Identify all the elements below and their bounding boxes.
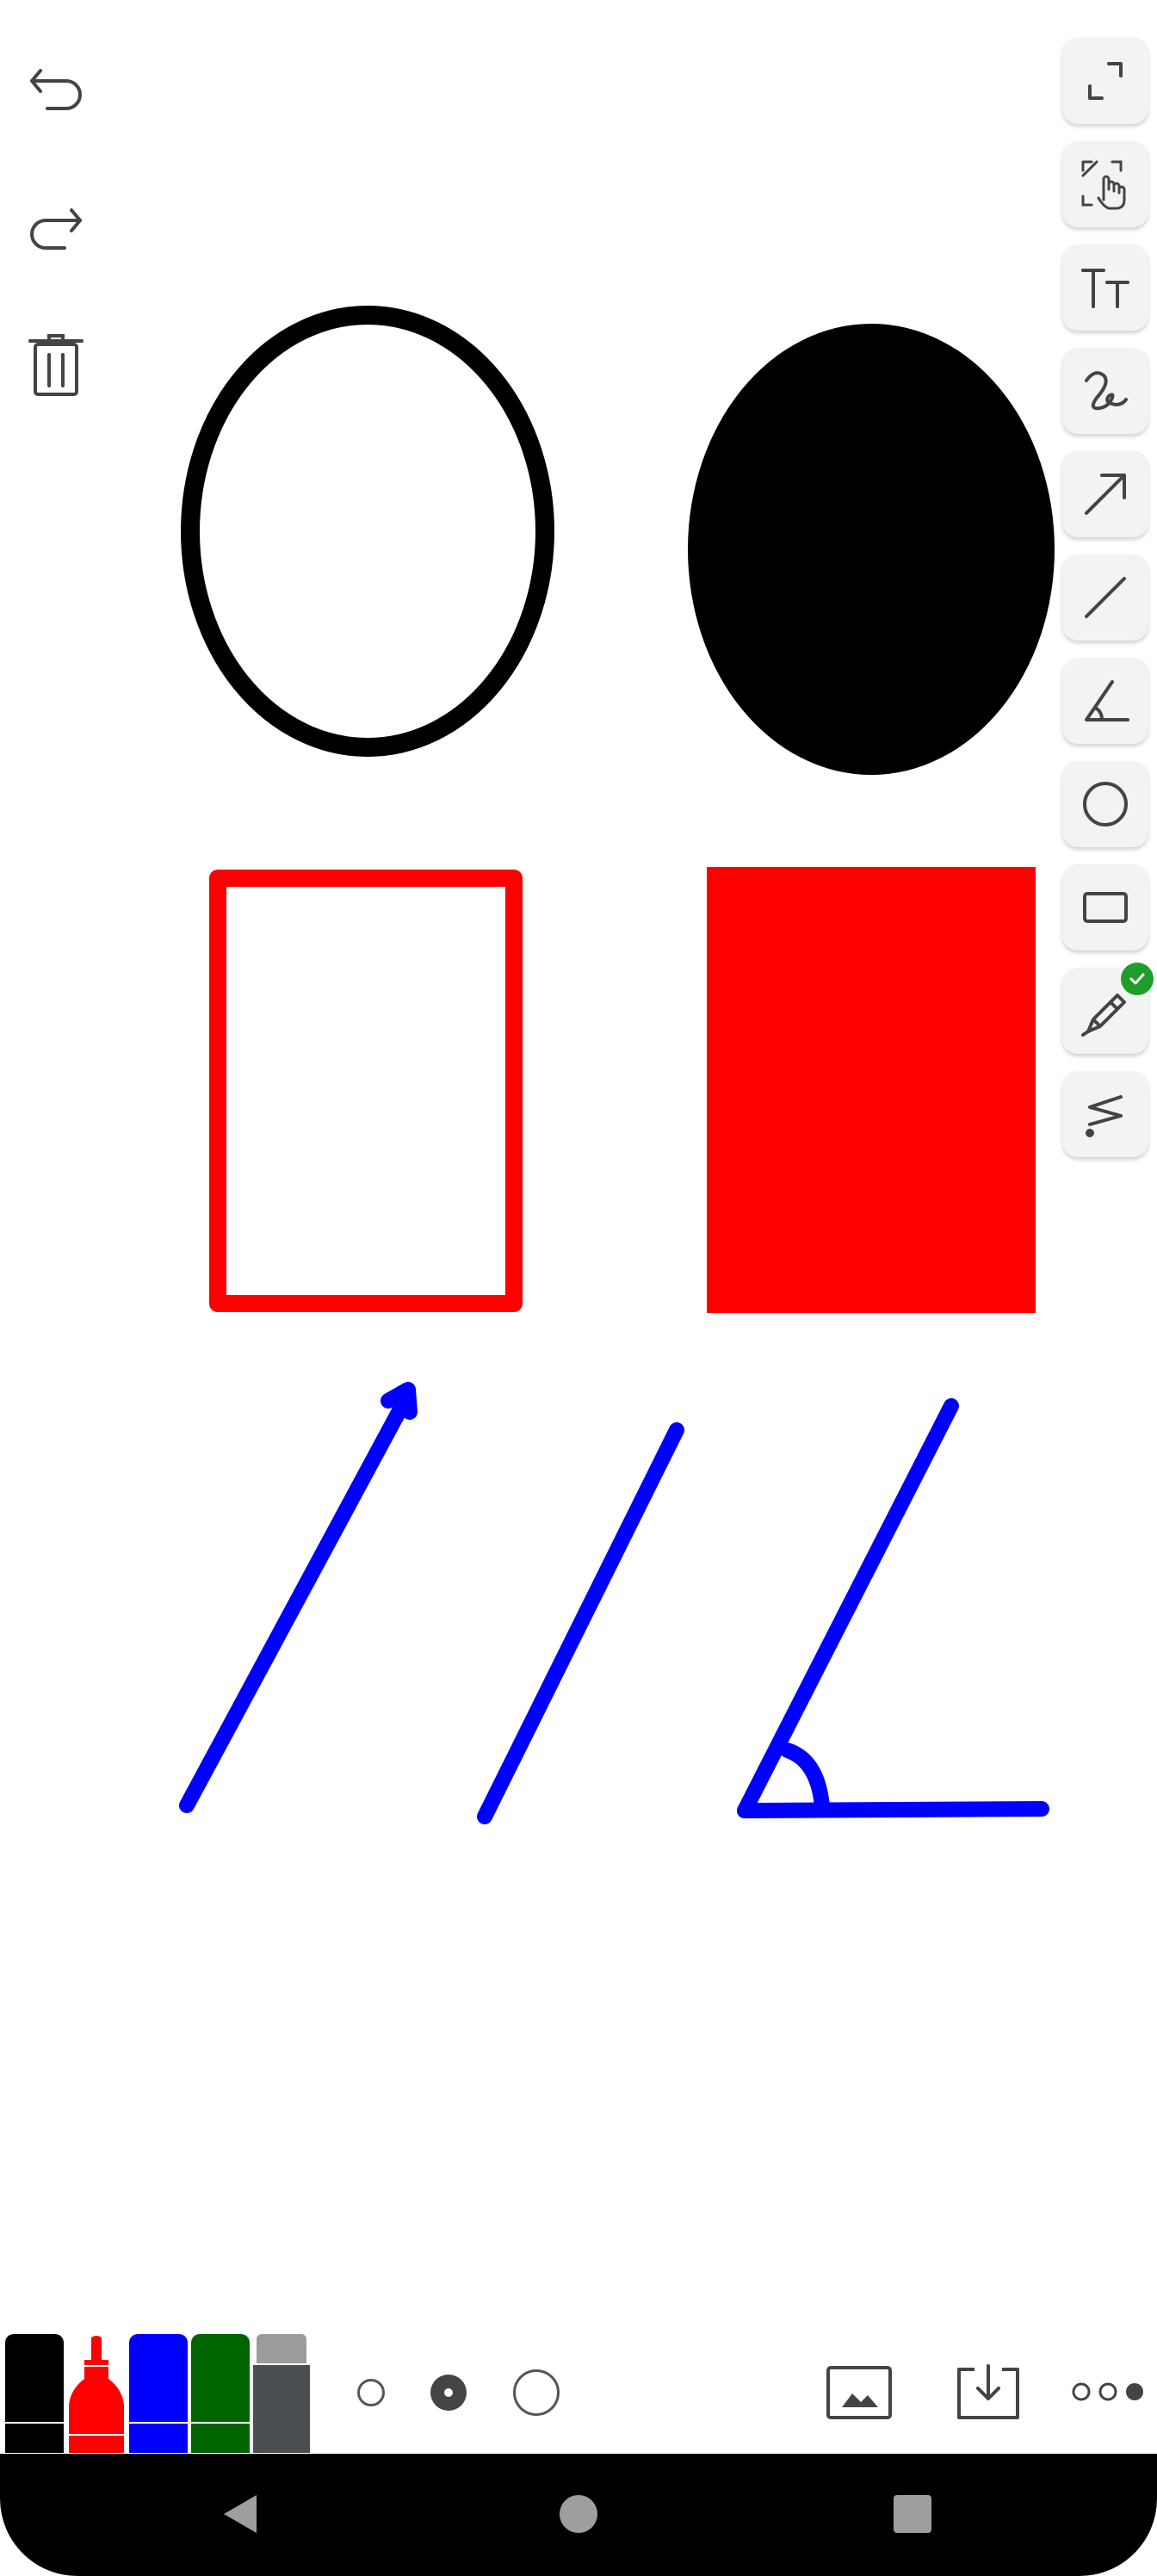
back-button[interactable]: [215, 2488, 267, 2540]
drawing-canvas[interactable]: [0, 0, 1157, 2576]
system-navigation-bar: [0, 2454, 1157, 2576]
stroke-size-large[interactable]: [513, 2369, 560, 2416]
blue-arrow: [179, 1382, 418, 1813]
arrow-tool-button[interactable]: [1062, 451, 1148, 537]
stroke-size-medium[interactable]: [430, 2375, 467, 2411]
color-blue[interactable]: [129, 2334, 188, 2453]
color-red[interactable]: [67, 2334, 126, 2453]
pan-zoom-button[interactable]: [1062, 141, 1148, 227]
redo-icon: [30, 208, 82, 250]
rectangle-icon: [1083, 892, 1128, 923]
freehand-tool-button[interactable]: [1062, 348, 1148, 434]
marker-tool-button[interactable]: [1062, 963, 1154, 1054]
color-green[interactable]: [191, 2334, 250, 2453]
trash-icon: [28, 334, 84, 396]
undo-icon: [30, 69, 82, 110]
selected-check-icon: [1121, 963, 1154, 995]
fullscreen-button[interactable]: [1062, 38, 1148, 124]
filled-ellipse: [688, 324, 1055, 775]
recents-button[interactable]: [887, 2488, 938, 2540]
angle-icon: [1085, 680, 1129, 721]
text-tool-button[interactable]: [1062, 245, 1148, 331]
text-size-icon: [1081, 269, 1129, 308]
rectangle-tool-button[interactable]: [1062, 864, 1148, 951]
filled-rectangle: [707, 867, 1036, 1313]
arrow-icon: [1085, 474, 1126, 515]
marker-icon: [1081, 994, 1126, 1037]
home-icon: [560, 2495, 597, 2533]
save-button[interactable]: [954, 2361, 1023, 2423]
circle-tool-button[interactable]: [1062, 761, 1148, 847]
angle-tool-button[interactable]: [1062, 658, 1148, 744]
outline-ellipse: [181, 306, 554, 757]
stroke-size-small[interactable]: [357, 2379, 385, 2406]
download-icon: [957, 2364, 1019, 2419]
outline-rectangle: [209, 870, 523, 1312]
line-tool-button[interactable]: [1062, 554, 1148, 641]
squiggle-icon: [1085, 371, 1128, 411]
undo-button[interactable]: [22, 52, 90, 121]
color-eraser[interactable]: [253, 2334, 310, 2453]
circle-icon: [1083, 782, 1128, 827]
more-options-button[interactable]: [1071, 2376, 1145, 2407]
eraser-tool-button[interactable]: [1062, 1071, 1148, 1157]
recents-icon: [894, 2495, 931, 2533]
more-icon: [1072, 2382, 1143, 2401]
home-button[interactable]: [553, 2488, 604, 2540]
back-icon: [224, 2495, 257, 2533]
blue-line: [477, 1422, 684, 1824]
eraser-icon: [1086, 1095, 1123, 1137]
clear-canvas-button[interactable]: [22, 331, 90, 399]
insert-image-button[interactable]: [825, 2362, 894, 2423]
image-icon: [826, 2366, 892, 2419]
expand-icon: [1088, 62, 1123, 100]
color-black[interactable]: [5, 2334, 64, 2453]
line-icon: [1085, 577, 1126, 618]
blue-angle: [737, 1398, 1049, 1818]
redo-button[interactable]: [22, 191, 90, 260]
pan-hand-icon: [1081, 160, 1126, 210]
